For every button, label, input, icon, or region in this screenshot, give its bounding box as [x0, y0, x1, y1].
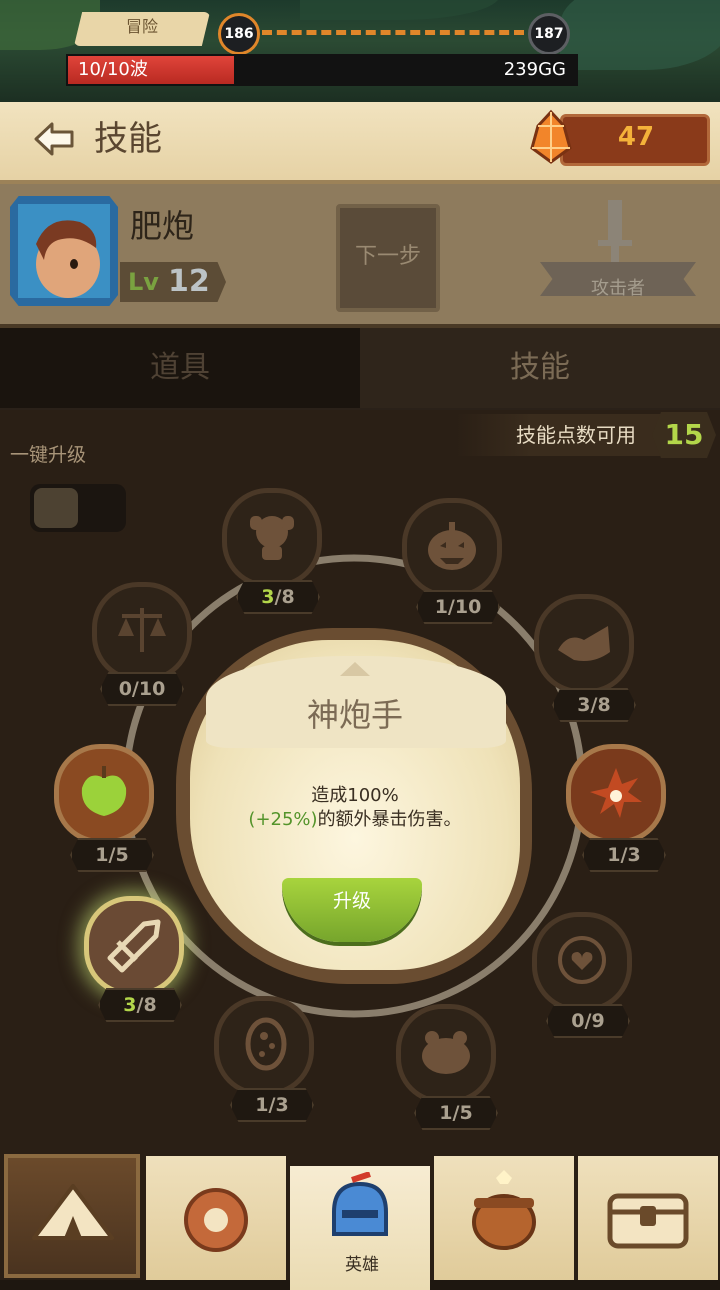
next-step-label: 下一步	[354, 244, 421, 269]
angry-face-icon	[422, 1031, 470, 1074]
skill-node-pumpkin[interactable]	[396, 492, 508, 604]
gem-count: 47	[617, 122, 655, 152]
skill-count-egg: 1/3	[230, 1088, 314, 1122]
skill-level: 1	[607, 844, 621, 866]
skill-count-sharpshooter: 3/8	[98, 988, 182, 1022]
nav-settings[interactable]	[146, 1156, 286, 1280]
brute-icon	[250, 516, 294, 560]
skill-points-label: 技能点数可用	[516, 423, 636, 447]
skill-level: 1	[255, 1094, 269, 1116]
skill-level: 3	[261, 586, 275, 608]
page-title: 技能	[94, 119, 162, 159]
back-arrow-icon[interactable]	[32, 118, 76, 160]
egg-icon	[245, 1017, 287, 1071]
nav-hero-label: 英雄	[345, 1255, 379, 1275]
skill-node-egg[interactable]	[208, 990, 320, 1102]
skill-max: /5	[452, 1102, 473, 1124]
level-progress-track	[262, 30, 524, 35]
gem-icon	[530, 109, 572, 164]
skill-max: /3	[268, 1094, 289, 1116]
skill-max: /8	[590, 694, 611, 716]
chevron-up-icon	[340, 662, 370, 676]
skill-level: 0	[118, 678, 132, 700]
skill-node-scales[interactable]	[86, 576, 198, 688]
skill-max: /8	[274, 586, 295, 608]
skill-bonus: (+25%)	[248, 809, 318, 830]
scales-icon	[118, 608, 166, 652]
skill-max: /3	[620, 844, 641, 866]
skill-node-explosion[interactable]	[560, 738, 672, 850]
skill-level: 1	[95, 844, 109, 866]
level-value: 12	[168, 264, 210, 299]
pumpkin-icon	[428, 522, 476, 570]
skill-node-cannon[interactable]	[528, 588, 640, 700]
avatar	[18, 204, 110, 298]
skill-title: 神炮手	[306, 696, 403, 734]
cauldron-icon	[472, 1170, 536, 1250]
skill-count-explosion: 1/3	[582, 838, 666, 872]
skill-desc-line1: 造成100%	[311, 785, 399, 806]
skill-max: /9	[584, 1010, 605, 1032]
skill-level: 0	[571, 1010, 585, 1032]
apple-icon	[81, 766, 127, 816]
next-level-badge: 187	[528, 13, 570, 55]
explosion-icon	[590, 768, 642, 818]
skill-count-apple: 1/5	[70, 838, 154, 872]
skill-level: 3	[123, 994, 137, 1016]
nav-cauldron[interactable]	[434, 1156, 574, 1280]
skill-points-value: 15	[664, 418, 704, 451]
level-label: Lv	[128, 268, 159, 296]
skill-level: 1	[434, 596, 448, 618]
sharpshooter-icon	[107, 919, 161, 973]
gear-icon	[184, 1188, 248, 1252]
skill-level: 3	[577, 694, 591, 716]
skill-description: 造成100% (+25%)的额外暴击伤害。	[200, 784, 510, 832]
chest-icon	[607, 1193, 689, 1249]
hero-helmet-icon	[332, 1172, 388, 1236]
toggle-knob[interactable]	[34, 488, 78, 528]
wave-counter: 10/10波	[78, 59, 148, 80]
sword-icon	[598, 200, 632, 262]
skill-count-heart-target: 0/9	[546, 1004, 630, 1038]
skill-count-angry-face: 1/5	[414, 1096, 498, 1130]
nav-camp[interactable]	[4, 1154, 140, 1278]
skill-max: /10	[447, 596, 482, 618]
skill-max: /5	[108, 844, 129, 866]
skill-node-heart-target[interactable]	[526, 906, 638, 1018]
skill-node-brute[interactable]	[216, 482, 328, 594]
class-label: 攻击者	[591, 278, 645, 299]
hero-portrait-icon	[36, 220, 100, 298]
hero-name: 肥炮	[130, 207, 195, 245]
skill-max: /10	[131, 678, 166, 700]
nav-chest[interactable]	[578, 1156, 718, 1280]
adventure-tab[interactable]: 冒险	[74, 12, 210, 46]
cannon-icon	[558, 626, 610, 661]
skill-count-brute: 3/8	[236, 580, 320, 614]
heart-target-icon	[558, 936, 606, 984]
tab-items-label: 道具	[150, 350, 210, 385]
skill-node-angry-face[interactable]	[390, 998, 502, 1110]
skill-count-scales: 0/10	[100, 672, 184, 706]
camp-icon	[32, 1184, 114, 1240]
skill-max: /8	[136, 994, 157, 1016]
skill-desc-tail: 的额外暴击伤害。	[317, 809, 462, 830]
skill-node-apple[interactable]	[48, 738, 160, 850]
skill-count-pumpkin: 1/10	[416, 590, 500, 624]
skill-node-sharpshooter[interactable]	[78, 890, 190, 1002]
upgrade-all-label: 一键升级	[10, 444, 87, 466]
gold-counter: 239GG	[503, 59, 566, 80]
skill-desc-line2: (+25%)的额外暴击伤害。	[200, 808, 510, 832]
skill-count-cannon: 3/8	[552, 688, 636, 722]
current-level-badge: 186	[218, 13, 260, 55]
upgrade-button-label: 升级	[332, 890, 371, 912]
tab-skills-label: 技能	[510, 350, 570, 385]
skill-level: 1	[439, 1102, 453, 1124]
